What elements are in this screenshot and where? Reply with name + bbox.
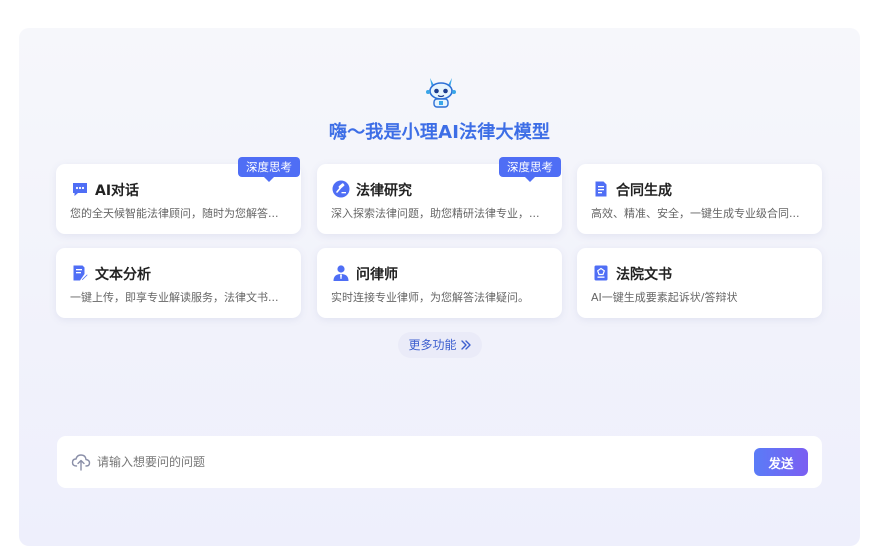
- court-document-icon: [592, 264, 610, 282]
- card-title: 法院文书: [616, 267, 672, 283]
- card-description: 您的全天候智能法律顾问，随时为您解答...: [70, 207, 279, 220]
- send-button[interactable]: 发送: [754, 448, 808, 476]
- card-title: AI对话: [95, 183, 140, 199]
- chat-icon: [71, 180, 89, 198]
- more-features-button[interactable]: 更多功能: [398, 332, 482, 358]
- card-title: 问律师: [356, 267, 398, 283]
- deep-think-badge: 深度思考: [238, 157, 300, 182]
- feature-card-court-documents[interactable]: 法院文书 AI一键生成要素起诉状/答辩状: [577, 248, 822, 318]
- double-chevron-right-icon: [460, 334, 472, 360]
- card-description: AI一键生成要素起诉状/答辩状: [591, 291, 738, 304]
- card-title: 合同生成: [616, 183, 672, 199]
- lawyer-icon: [332, 264, 350, 282]
- gavel-icon: [332, 180, 350, 198]
- card-title: 法律研究: [356, 183, 412, 199]
- feature-card-ask-lawyer[interactable]: 问律师 实时连接专业律师，为您解答法律疑问。: [317, 248, 562, 318]
- feature-card-legal-research[interactable]: 法律研究 深入探索法律问题，助您精研法律专业，... 深度思考: [317, 157, 562, 234]
- card-description: 深入探索法律问题，助您精研法律专业，...: [331, 207, 540, 220]
- robot-logo-icon: [423, 74, 459, 110]
- page-title: 嗨～我是小理AI法律大模型: [328, 122, 551, 143]
- feature-card-ai-chat[interactable]: AI对话 您的全天候智能法律顾问，随时为您解答... 深度思考: [56, 157, 301, 234]
- card-description: 高效、精准、安全，一键生成专业级合同...: [591, 207, 800, 220]
- document-edit-icon: [71, 264, 89, 282]
- card-title: 文本分析: [95, 267, 151, 283]
- deep-think-badge: 深度思考: [499, 157, 561, 182]
- card-description: 实时连接专业律师，为您解答法律疑问。: [331, 291, 529, 304]
- main-panel: 嗨～我是小理AI法律大模型 AI对话 您的全天候智能法律顾问，随时为您解答...…: [19, 28, 860, 546]
- contract-icon: [592, 180, 610, 198]
- upload-cloud-icon[interactable]: [71, 452, 91, 472]
- question-input[interactable]: [97, 450, 697, 474]
- card-description: 一键上传，即享专业解读服务，法律文书...: [70, 291, 279, 304]
- feature-card-text-analysis[interactable]: 文本分析 一键上传，即享专业解读服务，法律文书...: [56, 248, 301, 318]
- more-features-label: 更多功能: [408, 338, 457, 352]
- question-input-bar: 发送: [57, 436, 822, 488]
- feature-card-contract-generation[interactable]: 合同生成 高效、精准、安全，一键生成专业级合同...: [577, 164, 822, 234]
